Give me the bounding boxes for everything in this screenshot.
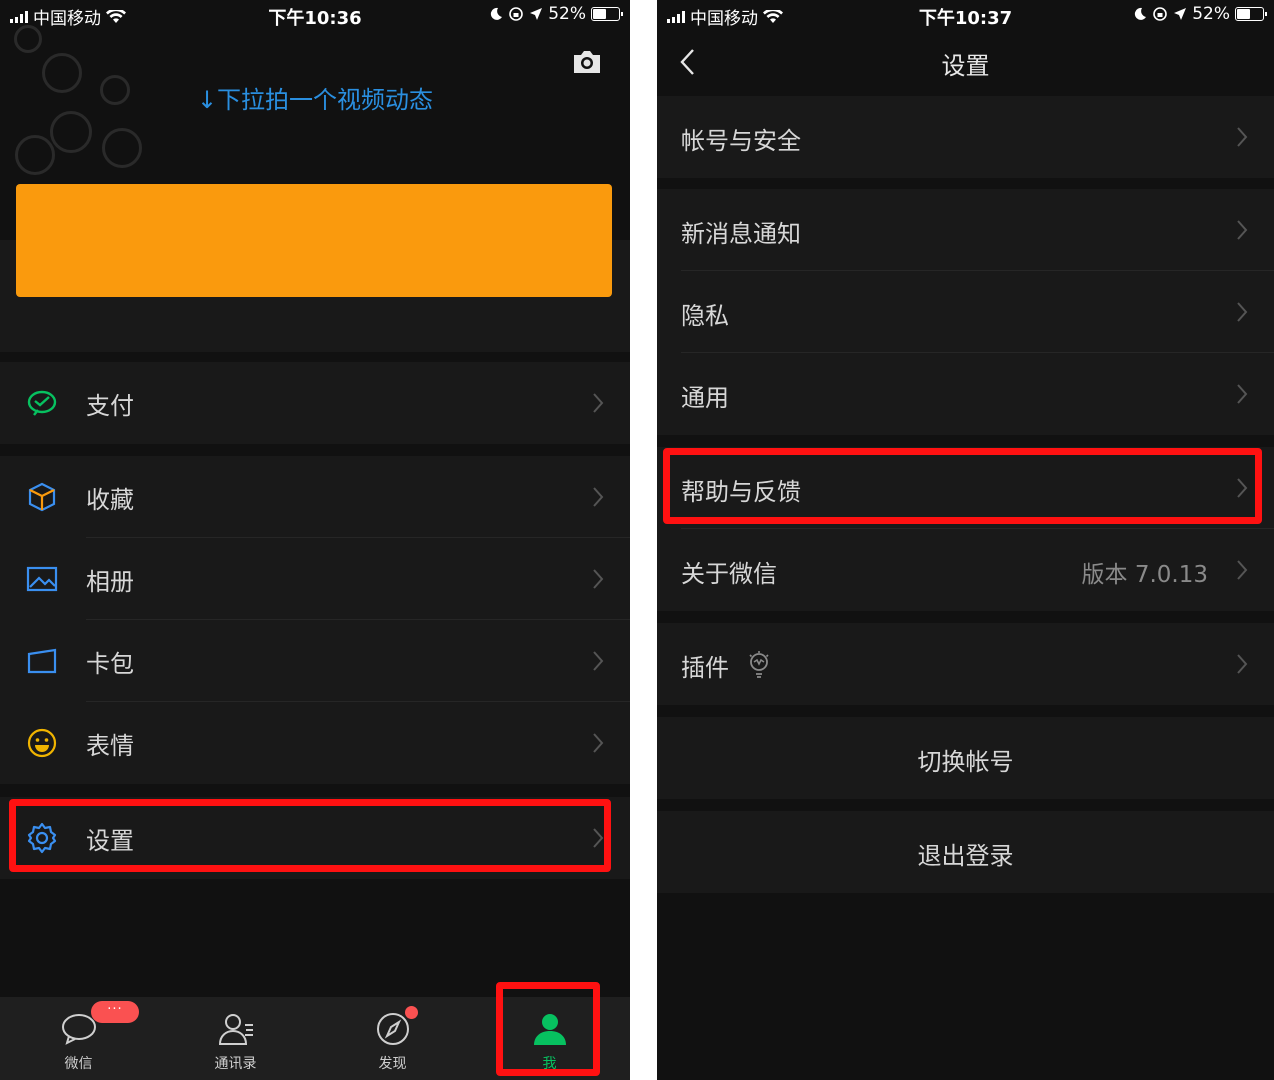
menu-label: 支付 — [86, 392, 134, 420]
switch-account-button[interactable]: 切换帐号 — [657, 717, 1274, 799]
tab-label: 通讯录 — [214, 1056, 257, 1072]
logout-button[interactable]: 退出登录 — [657, 811, 1274, 893]
settings-item-account-security[interactable]: 帐号与安全 — [657, 96, 1274, 178]
tab-label: 微信 — [64, 1056, 93, 1072]
menu-item-favorites[interactable]: 收藏 — [0, 456, 630, 538]
page-title: 设置 — [941, 52, 990, 80]
menu-item-card-wallet[interactable]: 卡包 — [0, 620, 630, 702]
chevron-right-icon — [1237, 220, 1248, 240]
card-wallet-icon — [26, 645, 58, 677]
sticker-smile-icon — [26, 727, 58, 759]
menu-item-stickers[interactable]: 表情 — [0, 702, 630, 784]
settings-label: 通用 — [681, 384, 729, 412]
chevron-right-icon — [593, 651, 604, 671]
profile-card-redacted[interactable] — [16, 184, 612, 297]
battery-icon — [591, 7, 623, 21]
chevron-right-icon — [1237, 654, 1248, 674]
menu-label: 相册 — [86, 568, 134, 596]
chevron-right-icon — [593, 393, 604, 413]
settings-label: 关于微信 — [681, 560, 777, 588]
location-icon — [1174, 8, 1187, 20]
menu-item-album[interactable]: 相册 — [0, 538, 630, 620]
settings-item-notifications[interactable]: 新消息通知 — [657, 189, 1274, 271]
profile-header: ↓下拉拍一个视频动态 — [0, 0, 630, 352]
plugin-bulb-icon — [749, 651, 769, 678]
settings-item-privacy[interactable]: 隐私 — [657, 271, 1274, 353]
orientation-lock-icon — [1153, 7, 1168, 21]
tab-discover[interactable]: 发现 — [314, 997, 471, 1080]
settings-label: 插件 — [681, 654, 729, 682]
battery-icon — [1235, 7, 1267, 21]
settings-label: 帐号与安全 — [681, 127, 801, 155]
settings-screen: 中国移动 下午10:37 52% 设置 帐号与安全 新消息通知 隐私 通用 帮助… — [657, 0, 1274, 1080]
battery-percent: 52% — [548, 4, 586, 24]
battery-percent: 52% — [1192, 4, 1230, 24]
chevron-right-icon — [1237, 384, 1248, 404]
menu-label: 收藏 — [86, 486, 134, 514]
help-feedback-highlight-box — [663, 448, 1262, 524]
settings-item-general[interactable]: 通用 — [657, 353, 1274, 435]
settings-label: 新消息通知 — [681, 220, 801, 248]
tab-contacts[interactable]: 通讯录 — [157, 997, 314, 1080]
status-bar: 中国移动 下午10:37 52% — [657, 0, 1274, 30]
chevron-right-icon — [593, 487, 604, 507]
chevron-right-icon — [1237, 302, 1248, 322]
pay-icon — [26, 387, 58, 419]
chevron-right-icon — [593, 733, 604, 753]
status-bar: 中国移动 下午10:36 52% — [0, 0, 630, 30]
menu-item-pay[interactable]: 支付 — [0, 362, 630, 444]
favorites-icon — [26, 481, 58, 513]
settings-label: 隐私 — [681, 302, 729, 330]
me-screen: ↓下拉拍一个视频动态 中国移动 下午10:36 52% 支付 收藏 相册 卡包 … — [0, 0, 630, 1080]
moon-icon — [1135, 7, 1147, 20]
moon-icon — [491, 7, 503, 20]
settings-item-plugins[interactable]: 插件 — [657, 623, 1274, 705]
switch-account-label: 切换帐号 — [917, 748, 1014, 776]
settings-highlight-box — [9, 799, 611, 872]
me-tab-highlight-box — [496, 982, 600, 1076]
discover-notification-dot — [405, 1006, 418, 1019]
menu-label: 表情 — [86, 732, 134, 760]
menu-label: 卡包 — [86, 650, 134, 678]
camera-icon[interactable] — [571, 50, 603, 74]
chevron-right-icon — [593, 569, 604, 589]
settings-item-about[interactable]: 关于微信 版本 7.0.13 — [657, 529, 1274, 611]
tab-label: 发现 — [378, 1056, 407, 1072]
unread-badge: ··· — [91, 1001, 139, 1023]
version-value: 版本 7.0.13 — [1081, 562, 1208, 588]
pull-down-video-hint[interactable]: ↓下拉拍一个视频动态 — [0, 80, 630, 115]
album-icon — [26, 563, 58, 595]
chevron-right-icon — [1237, 560, 1248, 580]
nav-bar: 设置 — [657, 30, 1274, 94]
logout-label: 退出登录 — [917, 842, 1014, 870]
chevron-right-icon — [1237, 127, 1248, 147]
contacts-icon — [218, 1014, 253, 1045]
orientation-lock-icon — [509, 7, 524, 21]
location-icon — [530, 8, 543, 20]
